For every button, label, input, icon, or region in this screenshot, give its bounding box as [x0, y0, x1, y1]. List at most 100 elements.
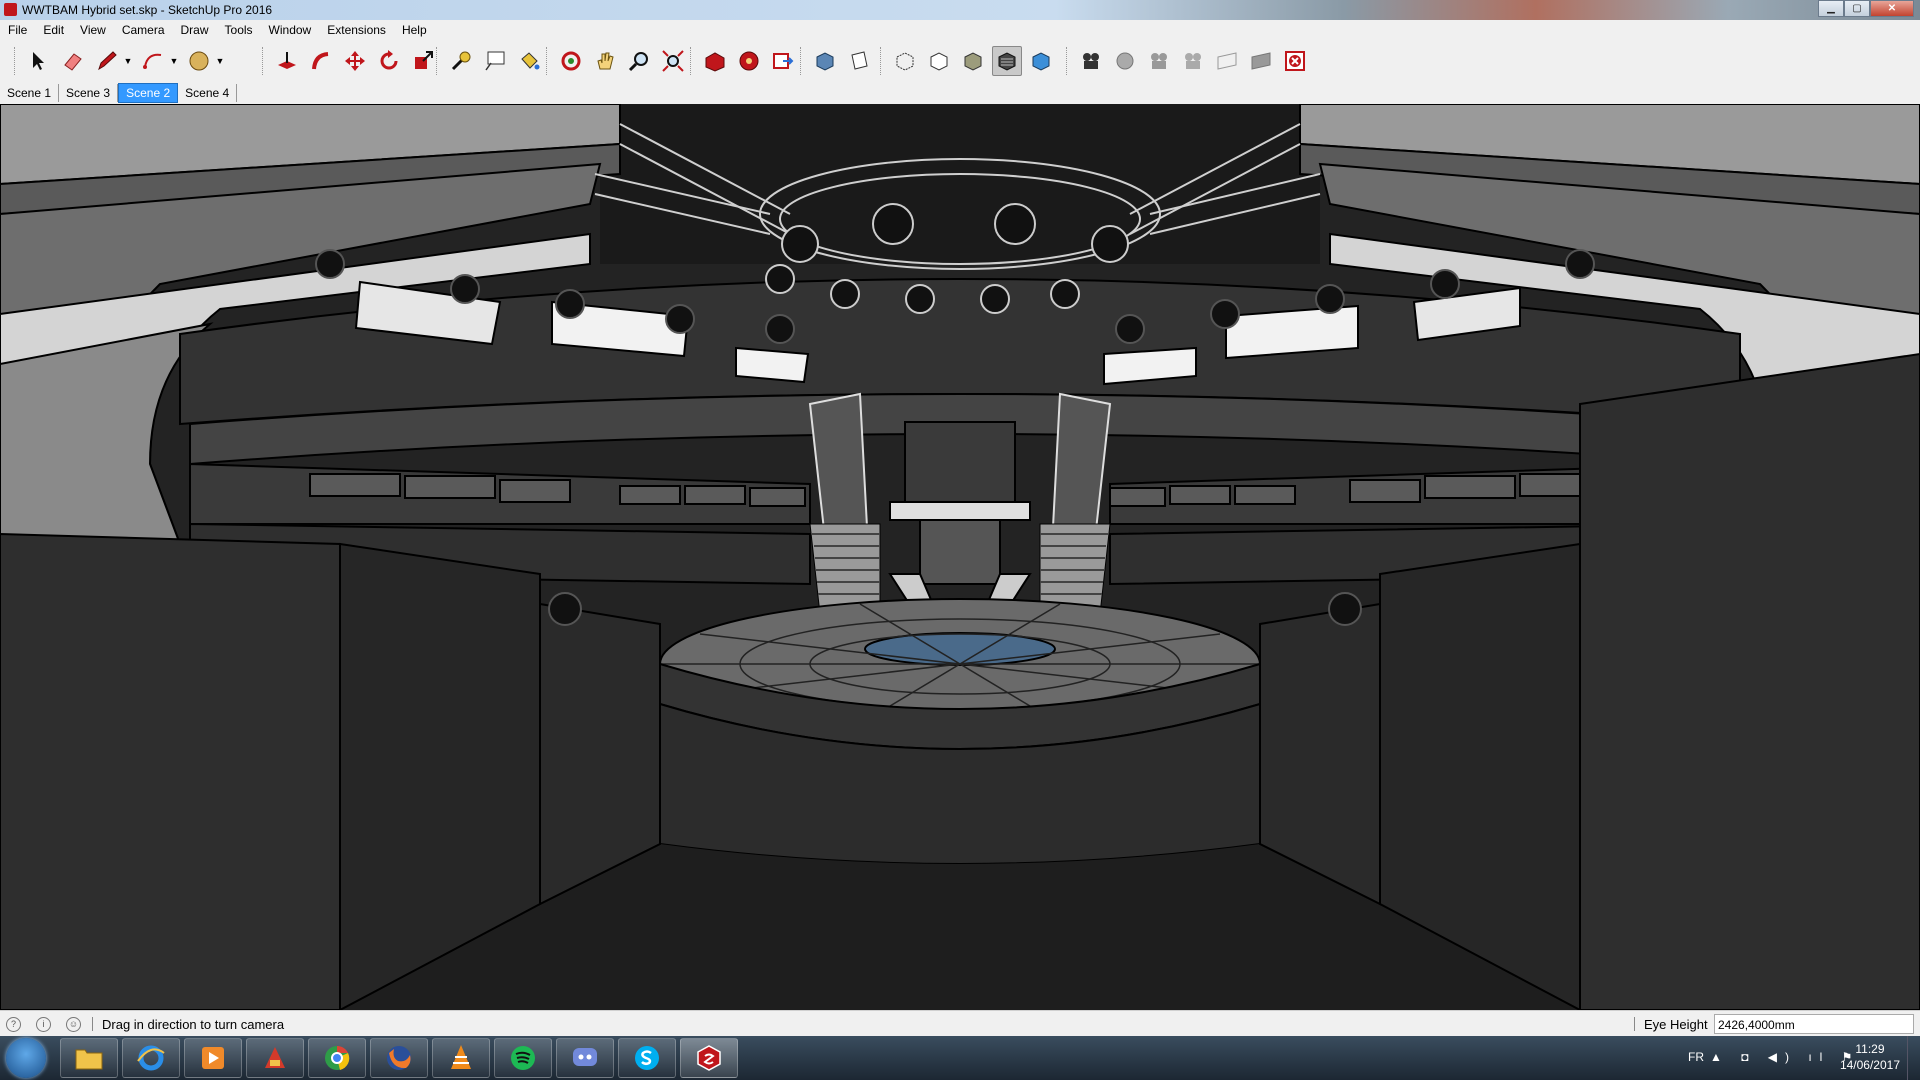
toolbar-grip[interactable]: [1066, 47, 1070, 75]
taskbar-vlc[interactable]: [432, 1038, 490, 1078]
layout-icon: [773, 53, 794, 69]
xray-style-button[interactable]: [890, 46, 920, 76]
shaded-style-button[interactable]: [958, 46, 988, 76]
eraser-tool[interactable]: [58, 46, 88, 76]
zoom-tool[interactable]: [624, 46, 654, 76]
section-plane-tool[interactable]: [1178, 46, 1208, 76]
send-to-layout-button[interactable]: [768, 46, 798, 76]
follow-me-tool[interactable]: [306, 46, 336, 76]
menu-window[interactable]: Window: [261, 20, 320, 40]
section-display-icon: [1217, 52, 1237, 70]
3d-warehouse-button[interactable]: [700, 46, 730, 76]
tab-scene-1[interactable]: Scene 1: [0, 84, 60, 102]
window-controls: ▁ ▢ ✕: [1818, 0, 1914, 17]
taskbar-discord[interactable]: [556, 1038, 614, 1078]
extension-warehouse-icon: [739, 51, 759, 71]
sketchup-app-icon[interactable]: [4, 3, 17, 16]
toolbar-grip[interactable]: [546, 47, 550, 75]
circle-tool[interactable]: [184, 46, 214, 76]
tab-scene-3[interactable]: Scene 3: [59, 84, 119, 102]
stop-icon: [1285, 51, 1305, 71]
orbit-icon: [561, 51, 581, 71]
paint-bucket-icon: [521, 52, 540, 70]
toolbar-grip[interactable]: [262, 47, 266, 75]
toolbar-grip[interactable]: [14, 47, 18, 75]
text-tool[interactable]: [480, 46, 510, 76]
menu-extensions[interactable]: Extensions: [319, 20, 394, 40]
textured-style-button[interactable]: [1026, 46, 1056, 76]
clock-date: 14/06/2017: [1839, 1058, 1900, 1072]
arc-icon: [143, 53, 162, 69]
credits-icon[interactable]: i: [36, 1017, 51, 1032]
menu-view[interactable]: View: [72, 20, 114, 40]
arc-tool[interactable]: [138, 46, 168, 76]
toolbar-group-edit: [262, 44, 442, 78]
clock[interactable]: 11:29 14/06/2017: [1840, 1041, 1900, 1073]
zoom-extents-tool[interactable]: [658, 46, 688, 76]
tab-scene-2[interactable]: Scene 2: [118, 83, 179, 103]
walk-tool[interactable]: [1144, 46, 1174, 76]
maximize-button[interactable]: ▢: [1844, 0, 1870, 17]
menu-tools[interactable]: Tools: [217, 20, 261, 40]
tray-icons[interactable]: ▲ ◘ ◀) ıl ⚑: [1710, 1050, 1860, 1064]
pan-tool[interactable]: [590, 46, 620, 76]
orbit-tool[interactable]: [556, 46, 586, 76]
user-account-icon[interactable]: ☺: [66, 1017, 81, 1032]
taskbar-spotify[interactable]: [494, 1038, 552, 1078]
taskbar-skype[interactable]: [618, 1038, 676, 1078]
taskbar-explorer[interactable]: [60, 1038, 118, 1078]
text-label-icon: [485, 51, 505, 71]
start-button[interactable]: [6, 1038, 46, 1078]
close-button[interactable]: ✕: [1870, 0, 1914, 17]
taskbar-chrome[interactable]: [308, 1038, 366, 1078]
wireframe-style-button[interactable]: [924, 46, 954, 76]
taskbar-firefox[interactable]: [370, 1038, 428, 1078]
menu-draw[interactable]: Draw: [173, 20, 217, 40]
menu-help[interactable]: Help: [394, 20, 435, 40]
tape-measure-tool[interactable]: [446, 46, 476, 76]
line-tool-dropdown[interactable]: ▼: [122, 46, 134, 76]
taskbar-app[interactable]: [246, 1038, 304, 1078]
menu-file[interactable]: File: [0, 20, 35, 40]
language-indicator[interactable]: FR: [1688, 1050, 1704, 1064]
toolbar-grip[interactable]: [436, 47, 440, 75]
rotate-tool[interactable]: [374, 46, 404, 76]
iso-view-button[interactable]: [810, 46, 840, 76]
menu-camera[interactable]: Camera: [114, 20, 173, 40]
taskbar-media-player[interactable]: [184, 1038, 242, 1078]
paint-bucket-tool[interactable]: [514, 46, 544, 76]
vlc-cone-icon: [451, 1045, 471, 1069]
geo-location-icon[interactable]: ?: [6, 1017, 21, 1032]
top-view-button[interactable]: [844, 46, 874, 76]
model-render: [0, 104, 1920, 1010]
toolbar-grip[interactable]: [690, 47, 694, 75]
wireframe-icon: [930, 52, 948, 71]
line-tool[interactable]: [92, 46, 122, 76]
menu-edit[interactable]: Edit: [35, 20, 72, 40]
model-viewport[interactable]: [0, 104, 1920, 1010]
stop-button[interactable]: [1280, 46, 1310, 76]
position-camera-tool[interactable]: [1076, 46, 1106, 76]
measurements-input[interactable]: 2426,4000mm: [1714, 1014, 1914, 1034]
show-desktop-button[interactable]: [1907, 1036, 1920, 1080]
push-pull-tool[interactable]: [272, 46, 302, 76]
select-tool[interactable]: [24, 46, 54, 76]
arc-tool-dropdown[interactable]: ▼: [168, 46, 180, 76]
display-section-cuts-button[interactable]: [1246, 46, 1276, 76]
taskbar-sketchup[interactable]: [680, 1038, 738, 1078]
extension-warehouse-button[interactable]: [734, 46, 764, 76]
clock-time: 11:29: [1855, 1042, 1885, 1056]
monochrome-style-button[interactable]: [992, 46, 1022, 76]
tab-scene-4[interactable]: Scene 4: [178, 84, 238, 102]
toolbar-grip[interactable]: [800, 47, 804, 75]
taskbar-internet-explorer[interactable]: [122, 1038, 180, 1078]
shape-tool-dropdown[interactable]: ▼: [214, 46, 226, 76]
scale-tool[interactable]: [408, 46, 438, 76]
eraser-icon: [64, 53, 82, 71]
minimize-button[interactable]: ▁: [1818, 0, 1844, 17]
toolbar-grip[interactable]: [880, 47, 884, 75]
move-tool[interactable]: [340, 46, 370, 76]
display-section-planes-button[interactable]: [1212, 46, 1242, 76]
look-around-tool[interactable]: [1110, 46, 1140, 76]
app-icon: [265, 1047, 285, 1068]
